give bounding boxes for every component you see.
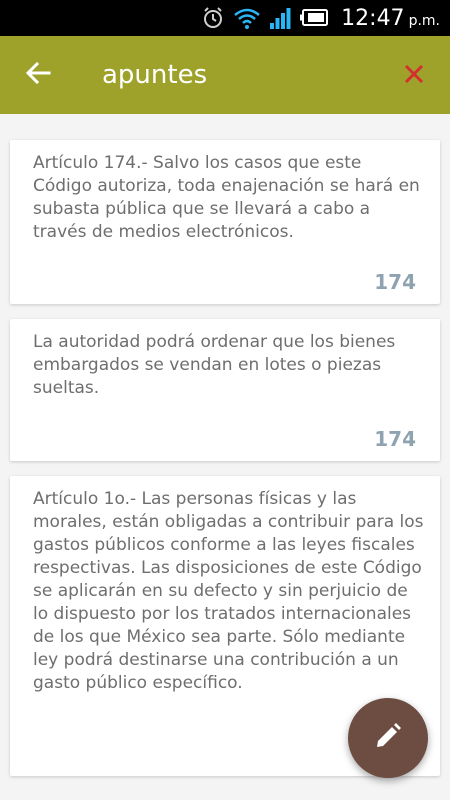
notes-list[interactable]: Artículo 174.- Salvo los casos que este … [0,114,450,800]
status-ampm: p.m. [408,13,440,29]
battery-icon [299,8,329,28]
close-button[interactable] [394,56,434,96]
status-icons: 12:47 p.m. [201,0,440,36]
close-icon [403,63,425,89]
note-article-number: 174 [374,270,416,294]
alarm-icon [201,6,225,30]
pencil-edit-icon [373,721,403,755]
page-title: apuntes [102,60,208,90]
note-article-number: 174 [374,427,416,451]
app-bar: apuntes [0,36,450,114]
note-card[interactable]: Artículo 174.- Salvo los casos que este … [10,140,440,304]
back-button[interactable] [18,55,58,95]
status-bar: 12:47 p.m. [0,0,450,36]
note-text: Artículo 1o.- Las personas físicas y las… [33,489,424,693]
arrow-back-icon [25,60,51,90]
note-card[interactable]: La autoridad podrá ordenar que los biene… [10,319,440,461]
wifi-icon [233,6,261,30]
edit-fab-button[interactable] [348,698,428,778]
note-text: La autoridad podrá ordenar que los biene… [33,332,396,398]
signal-icon [269,6,291,30]
note-text: Artículo 174.- Salvo los casos que este … [33,153,420,242]
status-time: 12:47 [341,5,405,31]
